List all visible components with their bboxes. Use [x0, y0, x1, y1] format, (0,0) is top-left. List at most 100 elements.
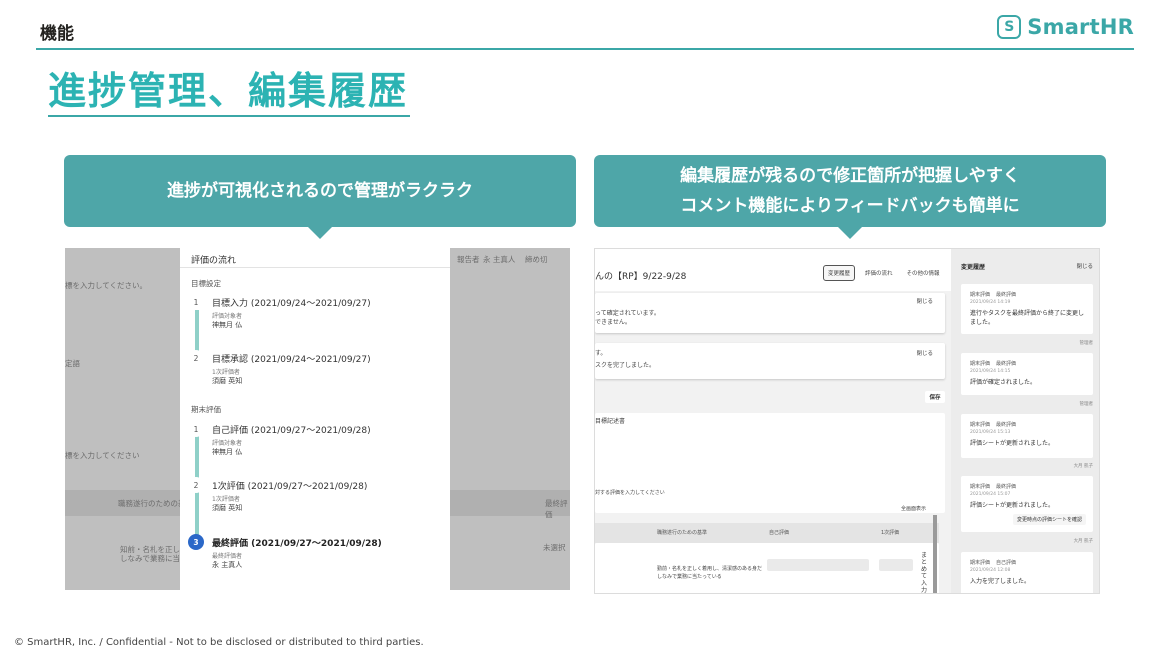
fullscreen-button[interactable]: 全画面表示 [901, 505, 926, 514]
change-history-panel: 変更履歴 閉じる 期末評価 最終評価 2021/09/24 14:19 進行やタス… [951, 249, 1099, 593]
step-title: 目標入力 (2021/09/24〜2021/09/27) [212, 299, 371, 309]
brand-name: SmartHR [1027, 15, 1134, 39]
step-title: 1次評価 (2021/09/27〜2021/09/28) [212, 482, 368, 492]
history-tag: 最終評価 [996, 292, 1017, 298]
page-title: 進捗管理、編集履歴 [48, 69, 409, 113]
history-tag: 自己評価 [996, 560, 1017, 566]
history-tag: 期末評価 [970, 422, 991, 428]
history-message: 進行やタスクを最終評価から終了に変更しました。 [970, 310, 1085, 326]
phase-goal-setting: 目標設定 [191, 279, 221, 288]
history-close-button[interactable]: 閉じる [1076, 262, 1093, 270]
bg-instruction-1: 標を入力してください。 [65, 281, 148, 290]
history-timestamp: 2021/09/24 12:08 [970, 568, 1011, 573]
step-role: 1次評価者 [212, 369, 240, 376]
step-role: 1次評価者 [212, 496, 240, 503]
self-eval-select[interactable] [767, 559, 869, 571]
step-number: 2 [188, 477, 204, 493]
evaluation-flow-panel: 評価の流れ 目標設定 1 目標入力 (2021/09/24〜2021/09/27… [180, 248, 450, 590]
notice-line: できません。 [595, 319, 631, 326]
step-person: 須磨 英知 [212, 504, 243, 512]
callout-right-line1: 編集履歴が残るので修正箇所が把握しやすく [680, 166, 1020, 186]
step-number: 1 [188, 294, 204, 310]
history-tag: 最終評価 [996, 484, 1017, 490]
close-button[interactable]: 閉じる [916, 297, 933, 305]
col-first-eval: 1次評価 [881, 530, 900, 536]
view-sheet-at-change-button[interactable]: 変更時点の評価シートを確認 [1013, 514, 1087, 525]
notice-card: 閉じる す。 スクを完了しました。 [595, 343, 945, 379]
history-author: 大月 凱子 [1073, 464, 1093, 469]
header-divider [36, 48, 1134, 50]
notice-line: す。 [595, 350, 607, 357]
history-tag: 期末評価 [970, 560, 991, 566]
first-eval-select[interactable] [879, 559, 913, 571]
goal-section: 目標記述書 対する評価を入力してください 全画面表示 [595, 413, 945, 513]
history-message: 評価シートが更新されました。 [970, 440, 1055, 447]
criteria-text: 勤前・名札を正しく着用し、清潔感のある身だ しなみで業務に当たっている [657, 565, 762, 581]
flow-panel-title: 評価の流れ [191, 256, 237, 266]
step-title-active: 最終評価 (2021/09/27〜2021/09/28) [212, 539, 382, 549]
evaluation-prompt: 対する評価を入力してください [595, 490, 665, 496]
callout-left: 進捗が可視化されるので管理がラクラク [64, 155, 576, 239]
history-timestamp: 2021/09/24 14:19 [970, 300, 1011, 305]
bg-label: 定語 [65, 359, 80, 368]
history-entry: 期末評価 最終評価 2021/09/24 15:07 評価シートが更新されました。… [961, 476, 1093, 532]
history-tag: 最終評価 [996, 361, 1017, 367]
save-button[interactable]: 保存 [925, 391, 945, 403]
step-person: 永 主真人 [212, 561, 243, 569]
step-connector [194, 310, 199, 352]
sheet-tabs: 変更履歴 評価の流れ その他の情報 [823, 265, 944, 281]
history-message: 評価シートが更新されました。 [970, 502, 1055, 509]
step-role: 最終評価者 [212, 553, 243, 560]
bg-col-final: 最終評価 [545, 499, 568, 519]
phase-period-end: 期末評価 [191, 405, 221, 414]
section-label: 目標記述書 [595, 418, 626, 425]
history-tag: 期末評価 [970, 292, 991, 298]
tab-change-history[interactable]: 変更履歴 [823, 265, 856, 281]
notice-line: って確定されています。 [595, 310, 660, 317]
edit-history-screenshot: んの【RP】9/22-9/28 変更履歴 評価の流れ その他の情報 閉じる って… [594, 248, 1100, 594]
criteria-table-header: 職務遂行のための基準 自己評価 1次評価 [595, 523, 939, 543]
history-tags: 期末評価 最終評価 [970, 360, 1022, 367]
step-number: 2 [188, 350, 204, 366]
smarthr-logo-icon: S [997, 15, 1022, 39]
bg-reporter-label: 報告者 [457, 255, 480, 264]
step-title: 目標承認 (2021/09/24〜2021/09/27) [212, 355, 371, 365]
bulk-input-button[interactable]: まとめて入力 [921, 552, 929, 593]
notice-line: スクを完了しました。 [595, 362, 656, 369]
history-entry: 期末評価 最終評価 2021/09/24 14:15 評価が確定されました。 [961, 353, 1093, 395]
history-tags: 期末評価 最終評価 [970, 483, 1022, 490]
history-timestamp: 2021/09/24 15:07 [970, 492, 1011, 497]
tab-other-info[interactable]: その他の情報 [903, 266, 944, 280]
step-number-active: 3 [188, 534, 204, 550]
history-tag: 期末評価 [970, 484, 991, 490]
bg-instruction-2: 標を入力してください [65, 451, 140, 460]
history-timestamp: 2021/09/24 15:13 [970, 430, 1011, 435]
history-tags: 期末評価 最終評価 [970, 421, 1022, 428]
callout-left-text: 進捗が可視化されるので管理がラクラク [167, 181, 473, 201]
history-title: 変更履歴 [961, 264, 986, 271]
scrollbar[interactable] [933, 515, 937, 593]
bg-deadline: 締め切 [525, 255, 548, 264]
sheet-title: んの【RP】9/22-9/28 [595, 272, 687, 282]
step-title: 自己評価 (2021/09/27〜2021/09/28) [212, 426, 371, 436]
section-label: 機能 [40, 24, 74, 44]
history-tag: 最終評価 [996, 422, 1017, 428]
close-button[interactable]: 閉じる [916, 349, 933, 357]
tab-evaluation-flow[interactable]: 評価の流れ [861, 266, 897, 280]
criteria-line: しなみで業務に当たっている [657, 574, 722, 580]
callout-right-line2: コメント機能によりフィードバックも簡単に [680, 196, 1020, 216]
history-author: 管理者 [1079, 402, 1094, 407]
step-role: 評価対象者 [212, 440, 243, 447]
col-criteria: 職務遂行のための基準 [657, 530, 708, 536]
history-author: 管理者 [1079, 341, 1094, 346]
history-tags: 期末評価 自己評価 [970, 559, 1022, 566]
step-person: 神無月 仏 [212, 321, 243, 329]
history-message: 入力を完了しました。 [970, 578, 1031, 585]
notice-card: 閉じる って確定されています。 できません。 [595, 293, 945, 333]
step-number: 1 [188, 421, 204, 437]
bg-reporter-name: 永 主真人 [483, 255, 516, 264]
criteria-line: 勤前・名札を正しく着用し、清潔感のある身だ [657, 566, 763, 572]
sheet-header: んの【RP】9/22-9/28 変更履歴 評価の流れ その他の情報 [595, 249, 951, 291]
title-underline [48, 115, 410, 117]
col-self-eval: 自己評価 [769, 530, 790, 536]
